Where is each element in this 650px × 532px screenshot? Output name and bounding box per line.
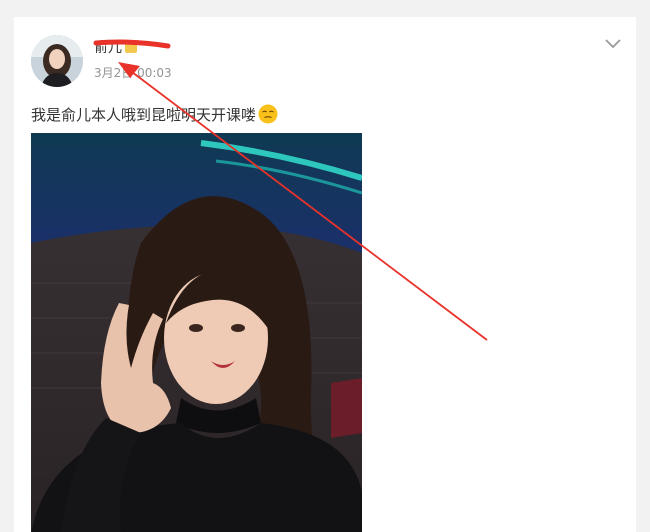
smirk-emoji-icon — [258, 104, 278, 124]
username-text[interactable]: 俞儿 — [94, 40, 122, 56]
post-text-content: 我是俞儿本人哦到昆啦明天开课喽 — [31, 106, 257, 124]
post-timestamp[interactable]: 3月2日 00:03 — [94, 64, 172, 81]
feed-post-card: 俞儿 3月2日 00:03 我是俞儿本人哦到昆啦明天开课喽 — [14, 17, 636, 532]
post-text: 我是俞儿本人哦到昆啦明天开课喽 — [31, 104, 278, 125]
chevron-down-icon — [605, 39, 621, 49]
selfie-image — [31, 133, 362, 532]
verified-badge-icon — [125, 41, 137, 53]
username[interactable]: 俞儿 — [94, 37, 137, 57]
avatar[interactable] — [31, 35, 83, 87]
avatar-image — [31, 35, 83, 87]
expand-menu-button[interactable] — [602, 35, 624, 53]
post-photo[interactable] — [31, 133, 362, 532]
